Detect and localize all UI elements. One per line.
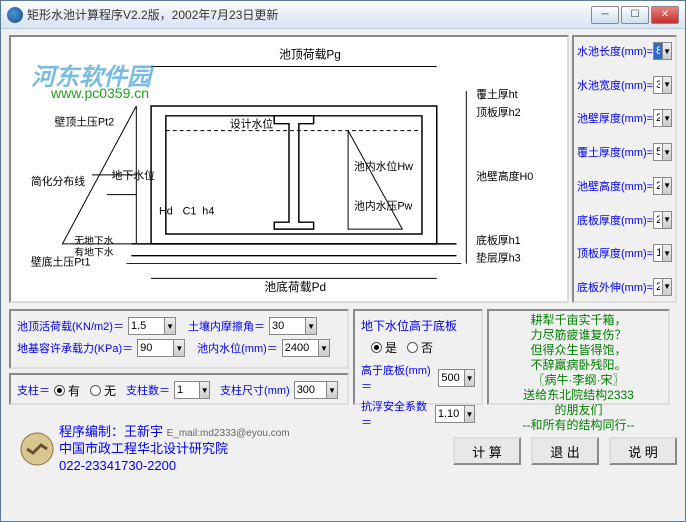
label-top-load: 池顶荷载Pg xyxy=(279,48,341,62)
maximize-button[interactable]: ☐ xyxy=(621,6,649,24)
label-design-level: 设计水位 xyxy=(230,117,273,131)
param-cover-thickness: 覆土厚度(mm)=▼ xyxy=(577,142,672,162)
gw-title: 地下水位高于底板 xyxy=(361,317,475,334)
chevron-down-icon[interactable]: ▼ xyxy=(199,382,209,398)
friction-angle-combo[interactable]: ▼ xyxy=(269,317,317,335)
load-params-panel: 池顶活荷载(KN/m2)＝ ▼ 土壤内摩擦角＝ ▼ 地基容许承载力(KPa)＝ … xyxy=(9,309,349,369)
label-bot-t: 底板厚h1 xyxy=(476,233,521,247)
watermark-url: www.pc0359.cn xyxy=(51,85,149,101)
inner-level-combo[interactable]: ▼ xyxy=(282,339,330,357)
gw-no-radio[interactable]: 否 xyxy=(407,339,433,356)
chevron-down-icon[interactable]: ▼ xyxy=(662,178,671,194)
chevron-down-icon[interactable]: ▼ xyxy=(164,318,175,334)
label-wall-h: 池壁高度H0 xyxy=(476,169,533,183)
geometry-params-panel: 水池长度(mm)=▼ 水池宽度(mm)=▼ 池壁厚度(mm)=▼ 覆土厚度(mm… xyxy=(572,35,677,303)
wall-height-combo[interactable]: ▼ xyxy=(653,177,672,195)
chevron-down-icon[interactable]: ▼ xyxy=(305,318,316,334)
pillar-no-radio[interactable]: 无 xyxy=(90,382,116,399)
footer-area: 程序编制：王新宇 E_mail:md2333@eyou.com 中国市政工程华北… xyxy=(9,409,677,509)
chevron-down-icon[interactable]: ▼ xyxy=(662,110,671,126)
chevron-down-icon[interactable]: ▼ xyxy=(173,340,184,356)
label-bot-load: 池底荷载Pd xyxy=(264,280,326,294)
param-wall-height: 池壁高度(mm)=▼ xyxy=(577,176,672,196)
chevron-down-icon[interactable]: ▼ xyxy=(662,43,671,59)
label-inner-level: 池内水位Hw xyxy=(354,159,413,173)
gw-yes-radio[interactable]: 是 xyxy=(371,339,397,356)
top-thickness-combo[interactable]: ▼ xyxy=(653,244,672,262)
live-load-combo[interactable]: ▼ xyxy=(128,317,176,335)
wall-thickness-combo[interactable]: ▼ xyxy=(653,109,672,127)
pool-width-combo[interactable]: ▼ xyxy=(653,76,672,94)
poem-panel: 耕犁千亩实千箱， 力尽筋疲谁复伤？ 但得众生皆得饱， 不辞羸病卧残阳。 〖病牛·… xyxy=(487,309,670,405)
label-hd: Hd xyxy=(159,205,173,217)
app-icon xyxy=(7,7,23,23)
email-label: E_mail:md2333@eyou.com xyxy=(167,425,247,437)
chevron-down-icon[interactable]: ▼ xyxy=(464,370,474,386)
label-c1: C1 xyxy=(183,205,197,217)
label-gw-level: 地下水位 xyxy=(112,168,155,182)
handshake-icon xyxy=(19,431,55,467)
param-top-thickness: 顶板厚度(mm)=▼ xyxy=(577,243,672,263)
param-pool-width: 水池宽度(mm)=▼ xyxy=(577,75,672,95)
close-button[interactable]: ✕ xyxy=(651,6,679,24)
bottom-thickness-combo[interactable]: ▼ xyxy=(653,211,672,229)
label-h4: h4 xyxy=(202,205,214,217)
chevron-down-icon[interactable]: ▼ xyxy=(662,245,671,261)
help-button[interactable]: 说 明 xyxy=(609,437,677,465)
label-bed-t: 垫层厚h3 xyxy=(476,251,521,265)
label-has-gw: 有地下水 xyxy=(74,246,114,259)
param-wall-thickness: 池壁厚度(mm)=▼ xyxy=(577,108,672,128)
pillar-panel: 支柱＝ 有 无 支柱数＝ ▼ 支柱尺寸(mm) ▼ xyxy=(9,373,349,405)
label-inner-press: 池内水压Pw xyxy=(354,198,413,212)
exit-button[interactable]: 退 出 xyxy=(531,437,599,465)
label-top-t: 顶板厚h2 xyxy=(476,105,521,119)
diagram-panel: 河东软件园 www.pc0359.cn 池顶荷载Pg xyxy=(9,35,569,303)
label-simple-line: 简化分布线 xyxy=(31,174,85,188)
chevron-down-icon[interactable]: ▼ xyxy=(318,340,329,356)
label-no-gw: 无地下水 xyxy=(74,234,114,247)
app-window: 矩形水池计算程序V2.2版，2002年7月23日更新 ─ ☐ ✕ 河东软件园 w… xyxy=(0,0,686,522)
minimize-button[interactable]: ─ xyxy=(591,6,619,24)
pillar-yes-radio[interactable]: 有 xyxy=(54,382,80,399)
gw-radio-group: 是 否 xyxy=(371,339,433,356)
titlebar: 矩形水池计算程序V2.2版，2002年7月23日更新 ─ ☐ ✕ xyxy=(1,1,685,29)
bearing-combo[interactable]: ▼ xyxy=(137,339,185,357)
groundwater-panel: 地下水位高于底板 是 否 高于底板(mm)＝▼ 抗浮安全系数＝▼ xyxy=(353,309,483,405)
param-bottom-extend: 底板外伸(mm)=▼ xyxy=(577,277,672,297)
window-title: 矩形水池计算程序V2.2版，2002年7月23日更新 xyxy=(27,6,591,23)
label-wall-top-pressure: 壁顶土压Pt2 xyxy=(55,115,115,129)
param-pool-length: 水池长度(mm)=▼ xyxy=(577,41,672,61)
pillar-size-combo[interactable]: ▼ xyxy=(294,381,338,399)
chevron-down-icon[interactable]: ▼ xyxy=(326,382,336,398)
pillar-count-combo[interactable]: ▼ xyxy=(174,381,210,399)
credits-text: 程序编制：王新宇 E_mail:md2333@eyou.com 中国市政工程华北… xyxy=(59,423,247,474)
pool-length-combo[interactable]: ▼ xyxy=(653,42,672,60)
param-bottom-thickness: 底板厚度(mm)=▼ xyxy=(577,210,672,230)
pillar-radio-group: 有 无 xyxy=(54,382,116,399)
label-cover-t: 覆土厚ht xyxy=(476,88,518,101)
chevron-down-icon[interactable]: ▼ xyxy=(662,212,671,228)
gw-height-combo[interactable]: ▼ xyxy=(438,369,475,387)
chevron-down-icon[interactable]: ▼ xyxy=(662,77,671,93)
calculate-button[interactable]: 计 算 xyxy=(453,437,521,465)
bottom-extend-combo[interactable]: ▼ xyxy=(653,278,672,296)
chevron-down-icon[interactable]: ▼ xyxy=(662,144,671,160)
cover-thickness-combo[interactable]: ▼ xyxy=(653,143,672,161)
chevron-down-icon[interactable]: ▼ xyxy=(662,279,671,295)
